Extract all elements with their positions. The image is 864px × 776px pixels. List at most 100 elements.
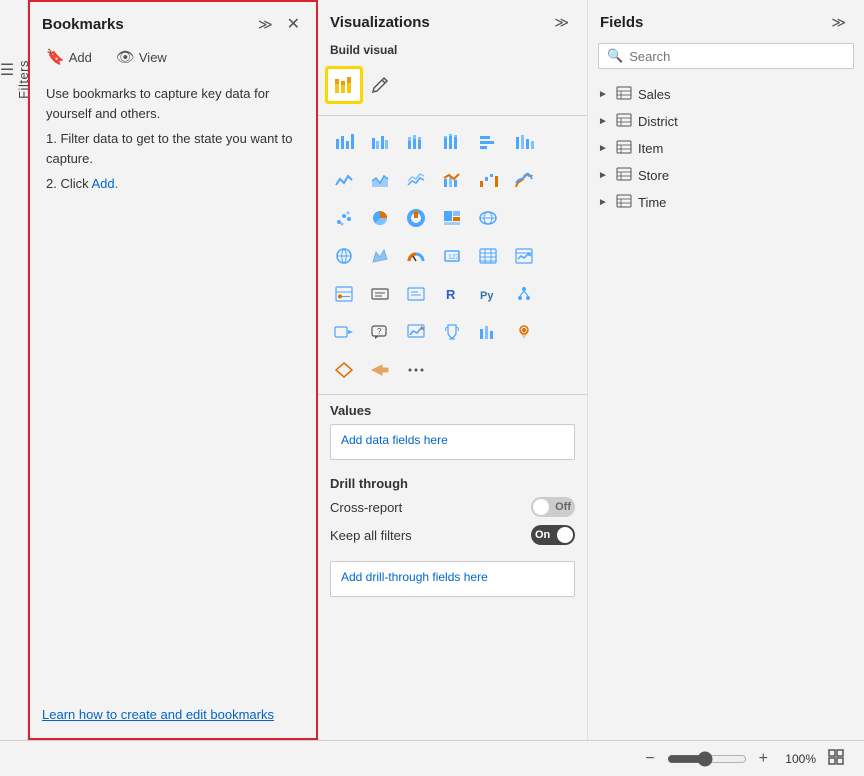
viz-slicer-icon[interactable] [326,276,362,312]
keep-filters-toggle-text: On [535,529,550,541]
fields-list: ► Sales ► District ► Item [588,77,864,740]
viz-expand-btn[interactable]: ≫ [548,12,575,33]
zoom-slider[interactable] [667,751,747,767]
viz-decomp-tree-icon[interactable] [506,276,542,312]
viz-kpi-icon[interactable] [506,238,542,274]
viz-map-icon[interactable] [470,200,506,236]
field-chevron-sales: ► [598,89,610,100]
drill-section: Drill through Cross-report Off Keep all … [318,472,587,557]
keep-filters-toggle[interactable]: On [531,525,575,545]
drill-drop-zone[interactable]: Add drill-through fields here [330,561,575,597]
viz-line-chart-icon[interactable] [326,162,362,198]
view-label: View [139,50,167,65]
keep-filters-toggle-btn[interactable]: On [531,525,575,545]
viz-pie-chart-icon[interactable] [362,200,398,236]
bookmarks-body: Use bookmarks to capture key data for yo… [30,76,316,695]
viz-python-icon[interactable]: Py [470,276,506,312]
values-section: Values Add data fields here [318,395,587,472]
view-bookmark-icon: 👁 [116,48,135,66]
viz-area-chart-icon[interactable] [362,162,398,198]
svg-text:123: 123 [448,254,460,261]
field-chevron-item: ► [598,143,610,154]
bookmarks-footer: Learn how to create and edit bookmarks [30,695,316,739]
click-add-text: Add. [92,176,119,191]
viz-clustered-bar-icon[interactable] [362,124,398,160]
field-item-district[interactable]: ► District [588,108,864,135]
viz-card-icon[interactable]: 123 [434,238,470,274]
viz-text-box-icon[interactable] [362,276,398,312]
fields-panel-header: Fields ≫ [588,0,864,39]
viz-row-4: 123 [326,238,579,274]
viz-stacked-bar-2-icon[interactable] [398,124,434,160]
viz-r-visual-icon[interactable]: R [434,276,470,312]
viz-horizontal-bar-icon[interactable] [470,124,506,160]
viz-arrow-icon[interactable] [362,352,398,388]
viz-combo-chart-icon[interactable] [434,162,470,198]
viz-row-1 [326,124,579,160]
filters-icon: ☰ [0,60,16,79]
viz-row-6: ? [326,314,579,350]
zoom-plus-btn[interactable]: + [755,748,772,770]
drill-through-label: Drill through [330,476,575,491]
viz-diamond-icon[interactable] [326,352,362,388]
zoom-fit-btn[interactable] [824,747,848,770]
viz-column-chart-icon[interactable] [506,124,542,160]
viz-shape-map-icon[interactable] [362,238,398,274]
search-icon: 🔍 [607,48,623,64]
filters-label: Filters [16,60,31,99]
keep-filters-row: Keep all filters On [330,525,575,545]
values-drop-zone[interactable]: Add data fields here [330,424,575,460]
zoom-percent: 100% [780,752,816,766]
viz-100-stacked-bar-icon[interactable] [434,124,470,160]
bookmarks-header: Bookmarks ≫ ✕ [30,2,316,42]
filters-sidebar[interactable]: ☰ Filters [0,0,28,740]
viz-ribbon-chart-icon[interactable] [506,162,542,198]
fields-expand-btn[interactable]: ≫ [825,12,852,33]
viz-stacked-bar-icon[interactable] [326,67,362,103]
zoom-minus-btn[interactable]: − [641,748,658,770]
viz-pen-tool-icon[interactable] [362,67,398,103]
field-name-store: Store [638,168,669,183]
viz-waterfall-icon[interactable] [470,162,506,198]
field-item-sales[interactable]: ► Sales [588,81,864,108]
viz-trophy-icon[interactable] [434,314,470,350]
viz-row-7 [326,352,579,388]
viz-globe-icon[interactable] [326,238,362,274]
search-input[interactable] [629,49,845,64]
field-item-item[interactable]: ► Item [588,135,864,162]
svg-text:?: ? [377,327,382,336]
viz-line-stacked-icon[interactable] [398,162,434,198]
bottom-bar: − + 100% [0,740,864,776]
viz-gauge-icon[interactable] [398,238,434,274]
viz-separator-top [318,115,587,116]
viz-video-icon[interactable] [326,314,362,350]
fields-search-box[interactable]: 🔍 [598,43,854,69]
viz-treemap-icon[interactable] [434,200,470,236]
bookmarks-learn-link[interactable]: Learn how to create and edit bookmarks [42,707,274,722]
viz-map-pin-icon[interactable] [506,314,542,350]
bookmarks-expand-btn[interactable]: ≫ [254,14,277,35]
bookmarks-description-3-text: 2. Click [46,176,92,191]
viz-bar-chart-2-icon[interactable] [470,314,506,350]
viz-scatter-chart-icon[interactable] [326,200,362,236]
viz-insights-icon[interactable] [398,314,434,350]
cross-report-toggle-btn[interactable]: Off [531,497,575,517]
viz-smart-narrative-icon[interactable] [398,276,434,312]
field-chevron-store: ► [598,170,610,181]
viz-bar-chart-icon[interactable] [326,124,362,160]
svg-text:R: R [446,287,456,302]
field-item-store[interactable]: ► Store [588,162,864,189]
bookmarks-add-button[interactable]: 🔖 Add [42,46,96,68]
viz-qa-icon[interactable]: ? [362,314,398,350]
viz-more-options-icon[interactable] [398,352,434,388]
main-container: ☰ Filters Bookmarks ≫ ✕ 🔖 Add 👁 View Use… [0,0,864,740]
bookmarks-close-btn[interactable]: ✕ [283,12,304,36]
viz-table-icon[interactable] [470,238,506,274]
bookmarks-view-button[interactable]: 👁 View [112,46,171,68]
viz-donut-chart-icon[interactable] [398,200,434,236]
field-name-item: Item [638,141,663,156]
field-table-icon-store [616,167,632,184]
field-item-time[interactable]: ► Time [588,189,864,216]
keep-filters-toggle-circle [557,527,573,543]
cross-report-toggle[interactable]: Off [531,497,575,517]
